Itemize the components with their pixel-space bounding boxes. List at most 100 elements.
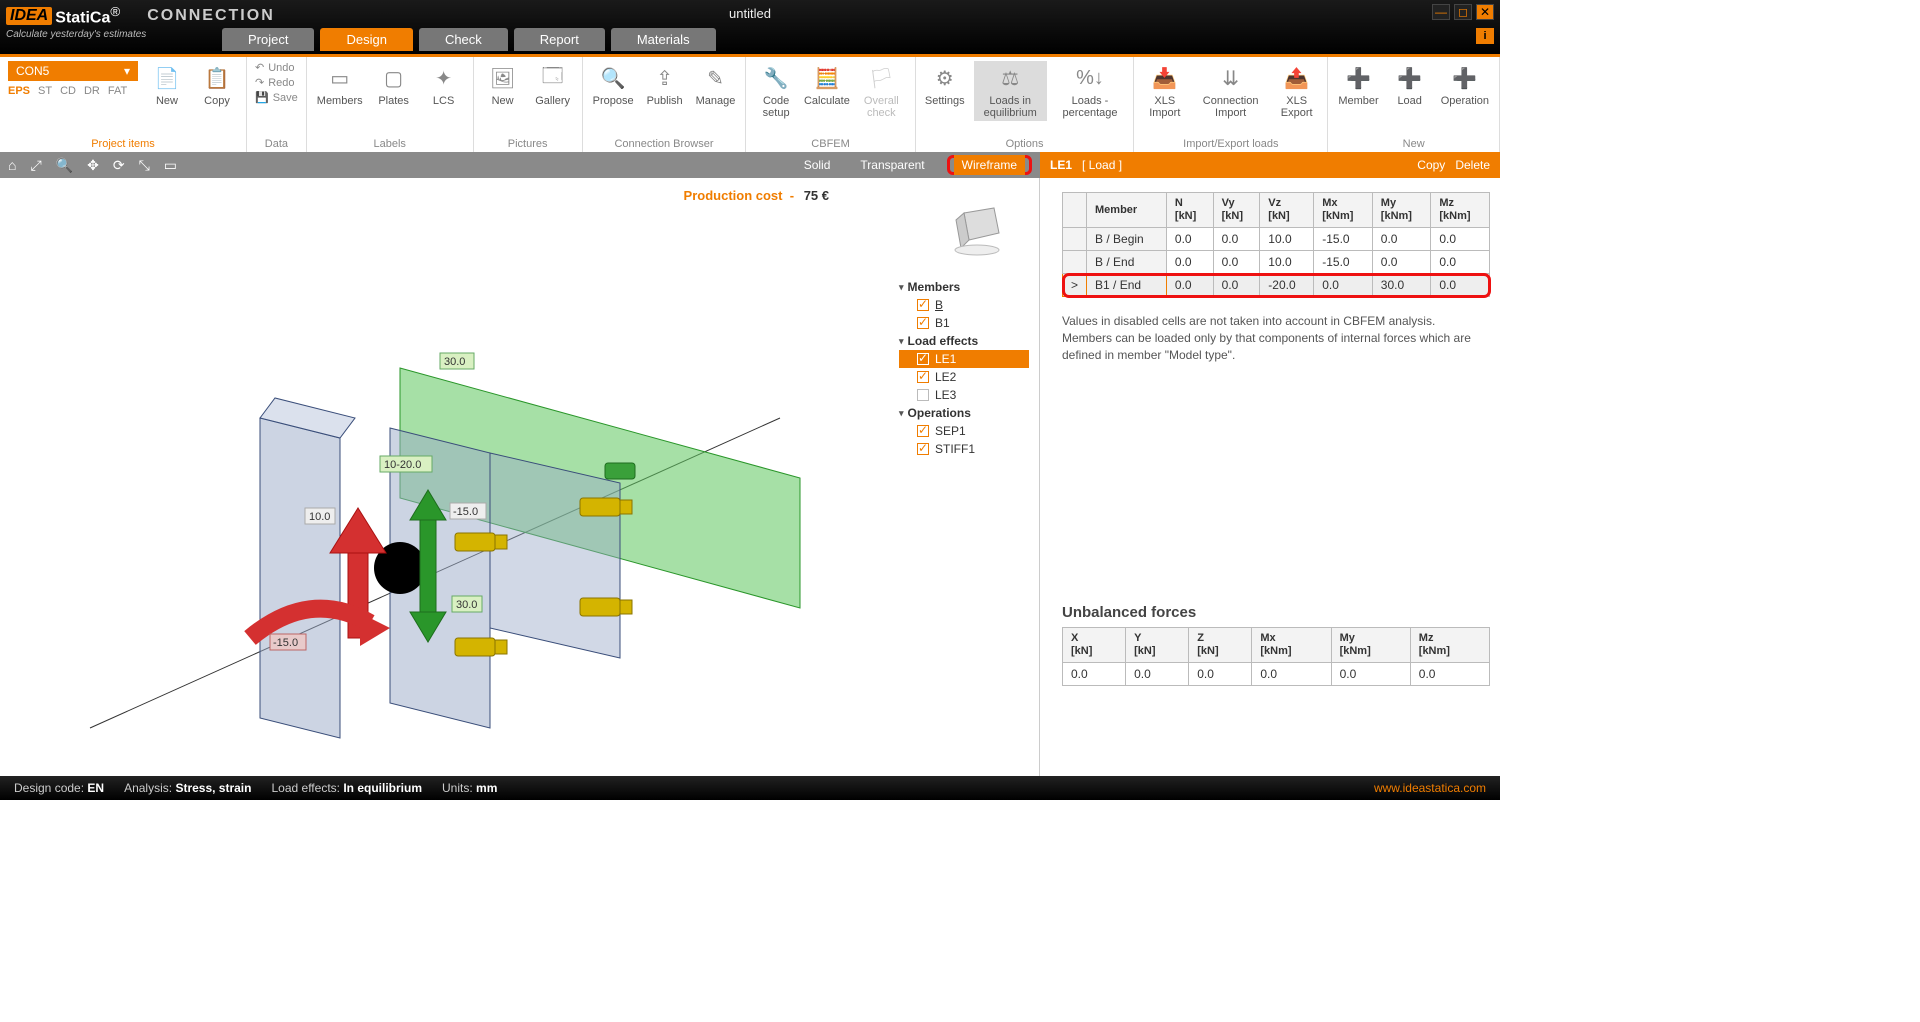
table-row[interactable]: B / End 0.00.010.0-15.00.00.0: [1063, 251, 1490, 274]
chevron-down-icon: ▾: [124, 64, 130, 78]
code-eps[interactable]: EPS: [8, 85, 30, 97]
tab-project[interactable]: Project: [222, 28, 314, 51]
undo-button[interactable]: ↶Undo: [255, 61, 298, 74]
tree-item-le1[interactable]: LE1: [899, 350, 1029, 368]
3d-viewport[interactable]: Production cost - 75 €: [0, 178, 1040, 776]
check-icon[interactable]: [917, 353, 929, 365]
flag-icon: 🏳: [866, 63, 896, 93]
lcs-btn[interactable]: ✦LCS: [423, 61, 465, 109]
loads-eq-btn[interactable]: ⚖Loads in equilibrium: [974, 61, 1047, 121]
manage-btn[interactable]: ✎Manage: [694, 61, 738, 109]
tab-materials[interactable]: Materials: [611, 28, 716, 51]
check-icon[interactable]: [917, 425, 929, 437]
tree-ops-head[interactable]: Operations: [899, 404, 1029, 422]
load-label: [ Load ]: [1082, 158, 1122, 172]
check-icon[interactable]: [917, 443, 929, 455]
unbalanced-table: X[kN]Y[kN]Z[kN]Mx[kNm]My[kNm]Mz[kNm] 0.0…: [1062, 627, 1490, 686]
rotate-icon[interactable]: ⟳: [113, 157, 125, 174]
table-row[interactable]: B / Begin 0.00.010.0-15.00.00.0: [1063, 228, 1490, 251]
code-dr[interactable]: DR: [84, 85, 100, 97]
gallery-icon: 🗔: [538, 63, 568, 93]
conn-import-btn[interactable]: ⇊Connection Import: [1195, 61, 1266, 121]
tab-report[interactable]: Report: [514, 28, 605, 51]
tab-check[interactable]: Check: [419, 28, 508, 51]
new-button[interactable]: 📄New: [146, 61, 188, 109]
copy-button[interactable]: 📋Copy: [196, 61, 238, 109]
tree-loads-head[interactable]: Load effects: [899, 332, 1029, 350]
side-copy-btn[interactable]: Copy: [1417, 158, 1445, 172]
mode-transparent[interactable]: Transparent: [852, 155, 932, 175]
redo-button[interactable]: ↷Redo: [255, 76, 298, 89]
code-shortcuts: EPS ST CD DR FAT: [8, 85, 127, 97]
loads-pct-btn[interactable]: %↓Loads - percentage: [1055, 61, 1126, 121]
code-st[interactable]: ST: [38, 85, 52, 97]
new-member-btn[interactable]: ➕Member: [1336, 61, 1380, 109]
zoom-window-icon[interactable]: ⤢: [30, 157, 41, 174]
tree-item-b1[interactable]: B1: [899, 314, 1029, 332]
save-icon: 💾: [255, 91, 269, 104]
maximize-button[interactable]: ◻: [1454, 4, 1472, 20]
publish-icon: ⇪: [650, 63, 680, 93]
group-label: New: [1403, 138, 1425, 150]
new-operation-btn[interactable]: ➕Operation: [1439, 61, 1491, 109]
publish-btn[interactable]: ⇪Publish: [644, 61, 686, 109]
tree-item-b[interactable]: B: [899, 296, 1029, 314]
view-toolbar: ⌂ ⤢ 🔍 ✥ ⟳ ⤡ ▭ Solid Transparent Wirefram…: [0, 152, 1040, 178]
check-icon[interactable]: [917, 371, 929, 383]
ribbon: CON5▾ EPS ST CD DR FAT 📄New 📋Copy Projec…: [0, 54, 1500, 152]
window-controls: — ◻ ✕: [1432, 4, 1494, 20]
members-btn[interactable]: ▭Members: [315, 61, 365, 109]
gallery-btn[interactable]: 🗔Gallery: [532, 61, 574, 109]
website-link[interactable]: www.ideastatica.com: [1374, 781, 1486, 795]
table-row-selected[interactable]: > B1 / End 0.00.0-20.00.030.00.0: [1063, 274, 1490, 297]
overallcheck-btn[interactable]: 🏳Overall check: [856, 61, 907, 121]
xls-export-btn[interactable]: 📤XLS Export: [1274, 61, 1319, 121]
code-fat[interactable]: FAT: [108, 85, 127, 97]
group-label: Labels: [373, 138, 405, 150]
gear-icon: ⚙: [930, 63, 960, 93]
mode-wireframe-highlight: Wireframe: [947, 155, 1032, 175]
side-delete-btn[interactable]: Delete: [1455, 158, 1490, 172]
check-icon[interactable]: [917, 299, 929, 311]
tree-item-stiff1[interactable]: STIFF1: [899, 440, 1029, 458]
tree-item-le2[interactable]: LE2: [899, 368, 1029, 386]
connection-dropdown[interactable]: CON5▾: [8, 61, 138, 81]
right-panel: Member N[kN] Vy[kN] Vz[kN] Mx[kNm] My[kN…: [1040, 178, 1500, 776]
settings-btn[interactable]: ⚙Settings: [924, 61, 966, 109]
load-table[interactable]: Member N[kN] Vy[kN] Vz[kN] Mx[kNm] My[kN…: [1062, 192, 1490, 297]
tree-item-sep1[interactable]: SEP1: [899, 422, 1029, 440]
ribbon-data: ↶Undo ↷Redo 💾Save Data: [247, 57, 307, 152]
pic-new-btn[interactable]: 🖼New: [482, 61, 524, 109]
xls-import-btn[interactable]: 📥XLS Import: [1142, 61, 1187, 121]
unbalanced-title: Unbalanced forces: [1062, 604, 1500, 621]
minimize-button[interactable]: —: [1432, 4, 1450, 20]
code-cd[interactable]: CD: [60, 85, 76, 97]
tree-item-le3[interactable]: LE3: [899, 386, 1029, 404]
tree-members-head[interactable]: Members: [899, 278, 1029, 296]
close-button[interactable]: ✕: [1476, 4, 1494, 20]
info-button[interactable]: i: [1476, 28, 1494, 44]
check-icon[interactable]: [917, 317, 929, 329]
new-load-btn[interactable]: ➕Load: [1389, 61, 1431, 109]
tab-design[interactable]: Design: [320, 28, 412, 51]
ribbon-browser: 🔍Propose ⇪Publish ✎Manage Connection Bro…: [583, 57, 747, 152]
mode-wireframe[interactable]: Wireframe: [954, 155, 1025, 175]
copy-icon: 📋: [202, 63, 232, 93]
zoom-icon[interactable]: 🔍: [56, 157, 73, 174]
mode-solid[interactable]: Solid: [796, 155, 839, 175]
plates-btn[interactable]: ▢Plates: [373, 61, 415, 109]
codesetup-btn[interactable]: 🔧Code setup: [754, 61, 798, 121]
check-icon[interactable]: [917, 389, 929, 401]
calculate-btn[interactable]: 🧮Calculate: [806, 61, 848, 109]
home-icon[interactable]: ⌂: [8, 157, 16, 173]
pan-icon[interactable]: ✥: [87, 157, 99, 174]
box-icon[interactable]: ▭: [164, 157, 177, 174]
svg-text:10-20.0: 10-20.0: [384, 459, 421, 471]
fullscreen-icon[interactable]: ⤡: [139, 157, 150, 174]
propose-btn[interactable]: 🔍Propose: [591, 61, 636, 109]
group-label: Connection Browser: [614, 138, 713, 150]
members-icon: ▭: [325, 63, 355, 93]
view-cube[interactable]: [949, 198, 1009, 258]
save-button[interactable]: 💾Save: [255, 91, 298, 104]
ribbon-project-items: CON5▾ EPS ST CD DR FAT 📄New 📋Copy Projec…: [0, 57, 247, 152]
